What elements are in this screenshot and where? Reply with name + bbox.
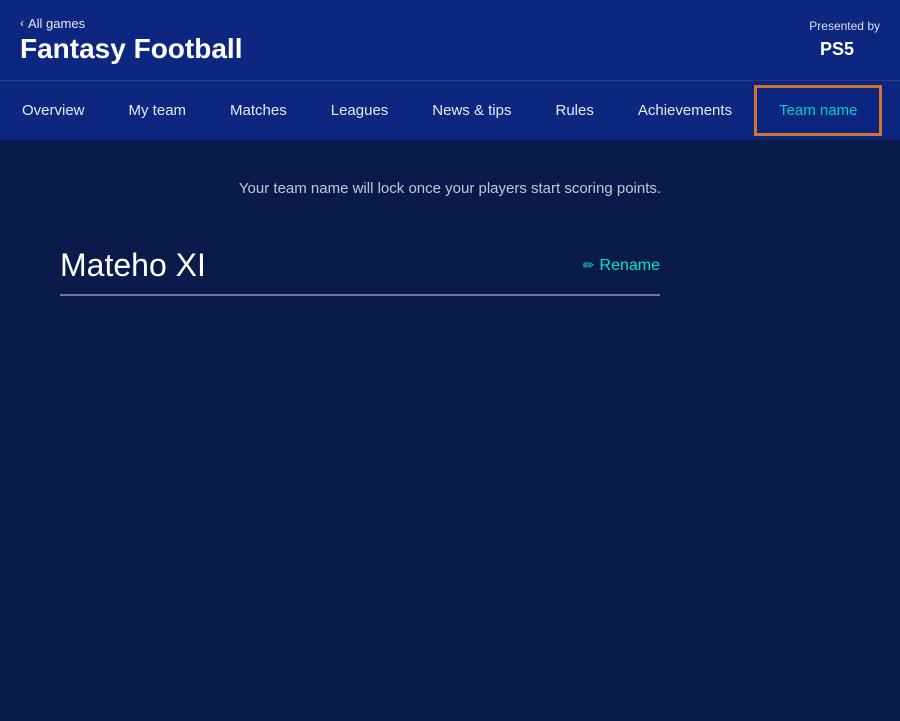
- pencil-icon: ✏: [583, 257, 595, 274]
- app-title: Fantasy Football: [20, 33, 242, 65]
- team-name-section: Mateho XI ✏ Rename: [60, 247, 660, 296]
- header-left: ‹ All games Fantasy Football: [20, 16, 242, 65]
- nav-item-news-tips[interactable]: News & tips: [410, 81, 533, 140]
- nav-item-rules[interactable]: Rules: [534, 81, 616, 140]
- nav-item-my-team[interactable]: My team: [107, 81, 209, 140]
- team-name-display: Mateho XI: [60, 247, 206, 284]
- nav-item-overview[interactable]: Overview: [0, 81, 107, 140]
- presented-by-label: Presented by: [809, 19, 880, 33]
- back-label: All games: [28, 16, 85, 31]
- ps5-logo: PS5: [820, 37, 880, 61]
- main-content: Your team name will lock once your playe…: [0, 140, 900, 721]
- app-header: ‹ All games Fantasy Football Presented b…: [0, 0, 900, 80]
- back-link[interactable]: ‹ All games: [20, 16, 242, 31]
- main-nav: Overview My team Matches Leagues News & …: [0, 80, 900, 140]
- lock-notice: Your team name will lock once your playe…: [60, 180, 840, 197]
- back-chevron-icon: ‹: [20, 16, 24, 30]
- nav-item-team-name[interactable]: Team name: [754, 85, 882, 136]
- rename-button[interactable]: ✏ Rename: [583, 257, 660, 275]
- nav-item-achievements[interactable]: Achievements: [616, 81, 754, 140]
- nav-item-matches[interactable]: Matches: [208, 81, 309, 140]
- rename-label: Rename: [600, 257, 660, 275]
- nav-item-leagues[interactable]: Leagues: [309, 81, 411, 140]
- header-right: Presented by PS5: [809, 19, 880, 61]
- svg-text:PS5: PS5: [820, 39, 854, 59]
